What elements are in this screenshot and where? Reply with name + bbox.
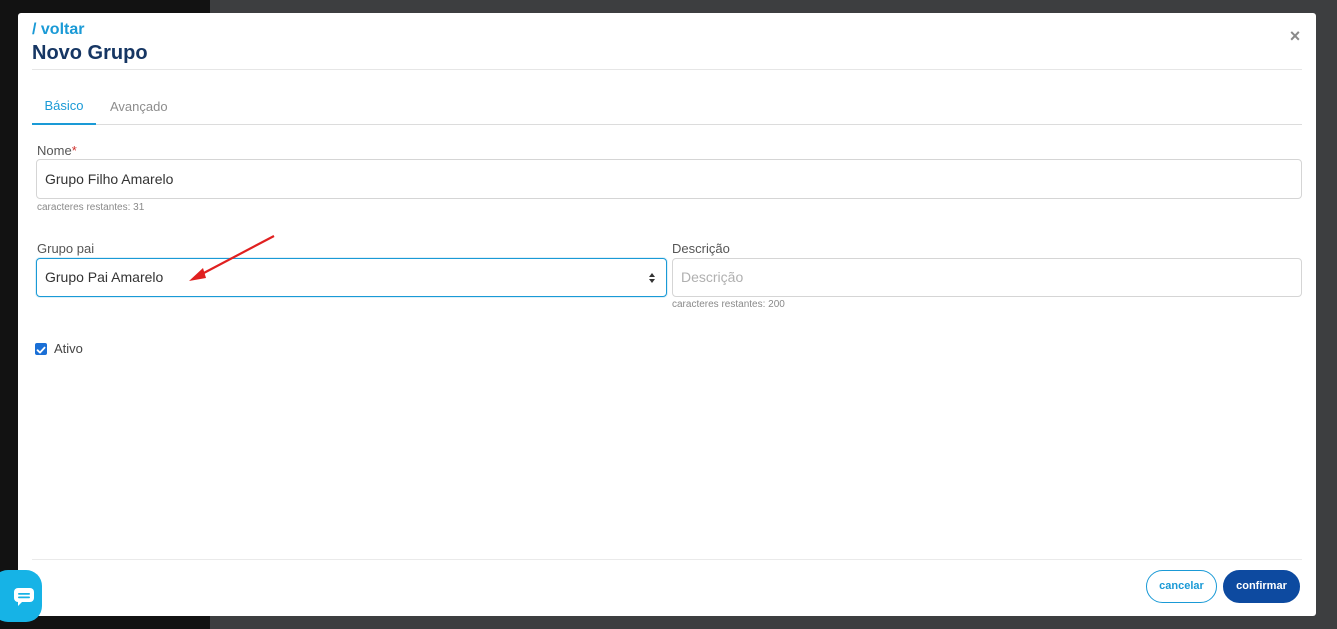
page-title: Novo Grupo <box>32 42 148 64</box>
nome-hint: caracteres restantes: 31 <box>37 202 145 213</box>
descricao-hint: caracteres restantes: 200 <box>672 299 785 310</box>
nome-input[interactable]: Grupo Filho Amarelo <box>36 159 1302 199</box>
nome-label-text: Nome <box>37 143 72 158</box>
ativo-checkbox[interactable] <box>35 343 47 355</box>
descricao-placeholder: Descrição <box>681 269 744 285</box>
new-group-modal: / voltar Novo Grupo × Básico Avançado No… <box>18 13 1316 616</box>
required-mark: * <box>71 143 77 158</box>
chat-widget-button[interactable] <box>0 570 42 622</box>
chat-icon <box>14 588 34 606</box>
close-icon[interactable]: × <box>1286 27 1304 45</box>
tab-basico[interactable]: Básico <box>32 95 96 125</box>
cancel-button[interactable]: cancelar <box>1146 570 1217 603</box>
grupo-pai-selected: Grupo Pai Amarelo <box>45 269 164 285</box>
modal-header: / voltar Novo Grupo <box>32 21 148 66</box>
tab-avancado[interactable]: Avançado <box>110 95 168 125</box>
nome-label: Nome* <box>37 143 77 159</box>
check-icon <box>36 346 46 354</box>
confirm-button[interactable]: confirmar <box>1223 570 1300 603</box>
back-link[interactable]: / voltar <box>32 21 148 39</box>
nome-input-value: Grupo Filho Amarelo <box>45 171 174 187</box>
header-divider <box>32 69 1302 70</box>
tabs: Básico Avançado <box>32 95 1302 125</box>
grupo-pai-label: Grupo pai <box>37 241 95 256</box>
footer-divider <box>32 559 1302 560</box>
sort-caret-icon <box>649 273 655 283</box>
grupo-pai-select[interactable]: Grupo Pai Amarelo <box>36 258 667 297</box>
descricao-label: Descrição <box>672 241 730 256</box>
descricao-input[interactable]: Descrição <box>672 258 1302 297</box>
ativo-label: Ativo <box>54 341 83 356</box>
